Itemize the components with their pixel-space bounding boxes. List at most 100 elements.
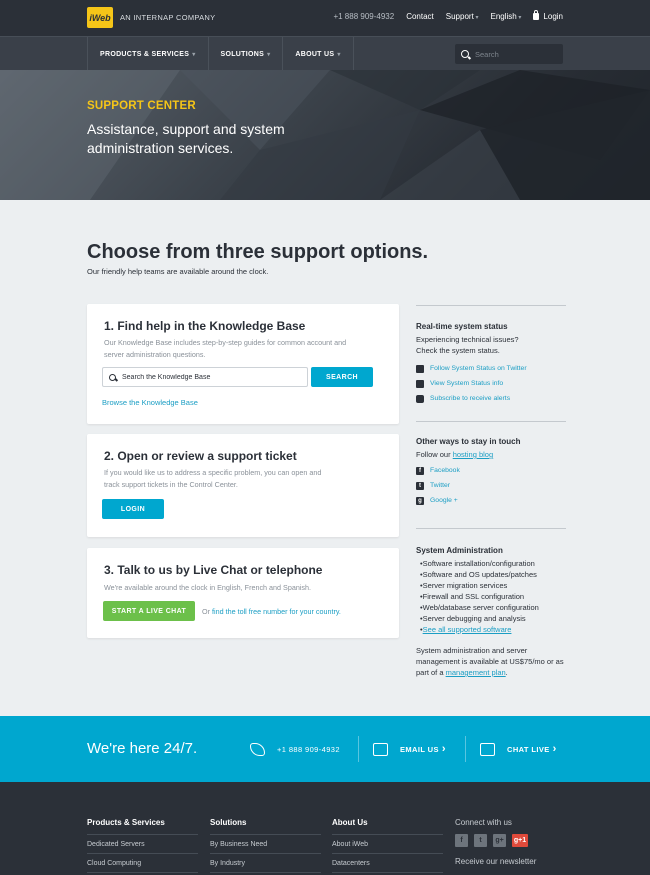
lock-icon [416,364,424,373]
see-all-software-link[interactable]: See all supported software [423,625,512,634]
status-twitter-link[interactable]: Follow System Status on Twitter [416,363,566,374]
nav-products-services[interactable]: PRODUCTS & SERVICES [88,37,209,71]
top-phone[interactable]: +1 888 909-4932 [333,12,394,21]
footer-col-solutions: Solutions By Business Need By Industry [210,818,321,873]
status-info-link[interactable]: View System Status info [416,378,566,389]
chat-live-label: CHAT LIVE [507,744,550,754]
footer-col-title: About Us [332,818,443,835]
sidebar-divider [416,305,566,306]
hero-kicker: SUPPORT CENTER [87,100,196,112]
google-plus-link[interactable]: g Google + [416,495,566,506]
list-item: Software and OS updates/patches [416,569,566,580]
hosting-blog-link[interactable]: hosting blog [453,450,493,459]
kb-search-button[interactable]: SEARCH [311,367,373,387]
google-plus-icon: g [416,496,424,505]
band-phone-number: +1 888 909-4932 [277,744,340,754]
envelope-icon [373,742,388,756]
search-icon [109,373,116,381]
footer-col-title: Products & Services [87,818,198,835]
twitter-link[interactable]: t Twitter [416,480,566,491]
tagline: AN INTERNAP COMPANY [120,13,216,22]
facebook-icon: f [416,466,424,475]
hero-banner: SUPPORT CENTER Assistance, support and s… [0,70,650,200]
toll-free-number-link[interactable]: find the toll free number for your count… [212,607,341,616]
list-item: Server migration services [416,580,566,591]
kb-description: Our Knowledge Base includes step-by-step… [104,338,347,359]
login-button[interactable]: LOGIN [102,499,164,519]
lock-icon [533,10,540,20]
contact-link[interactable]: Contact [406,12,434,21]
footer-link[interactable]: About iWeb [332,835,443,854]
google-plus-one-icon[interactable]: g+1 [512,834,528,847]
google-plus-label: Google + [430,497,458,504]
page-subheading: Our friendly help teams are available ar… [87,267,269,276]
email-us-label: EMAIL US [400,744,439,754]
footer-connect: Connect with us f t g+ g+1 Receive our n… [455,818,565,866]
sysadmin-note: System administration and server managem… [416,645,566,678]
language-menu[interactable]: English [490,12,521,21]
search-icon[interactable] [461,50,469,58]
status-twitter-label: Follow System Status on Twitter [430,365,527,372]
status-alerts-link[interactable]: Subscribe to receive alerts [416,393,566,404]
chat-title: 3. Talk to us by Live Chat or telephone [104,563,323,577]
kb-title: 1. Find help in the Knowledge Base [104,319,306,333]
sysadmin-title: System Administration [416,546,503,555]
main-nav: PRODUCTS & SERVICES SOLUTIONS ABOUT US [0,36,650,71]
footer-link[interactable]: Cloud Computing [87,854,198,873]
contact-band: We're here 24/7. +1 888 909-4932 EMAIL U… [0,716,650,782]
nav-about-us[interactable]: ABOUT US [283,37,354,71]
chat-live-link[interactable]: CHAT LIVE [480,740,557,758]
facebook-label: Facebook [430,467,460,474]
band-phone[interactable]: +1 888 909-4932 [250,740,340,758]
chat-description: We're available around the clock in Engl… [104,583,312,592]
support-ticket-card: 2. Open or review a support ticket If yo… [87,434,399,537]
footer-col-about: About Us About iWeb Datacenters [332,818,443,873]
footer: Products & Services Dedicated Servers Cl… [0,782,650,875]
support-menu[interactable]: Support [446,12,479,21]
sidebar-divider [416,528,566,529]
footer-link[interactable]: Dedicated Servers [87,835,198,854]
page-heading: Choose from three support options. [87,241,429,263]
footer-col-products: Products & Services Dedicated Servers Cl… [87,818,198,873]
list-item: Software installation/configuration [416,558,566,569]
kb-search-field [102,367,308,387]
login-link[interactable]: Login [533,10,563,21]
login-label: Login [543,12,563,21]
band-separator [465,736,466,762]
ticket-description: If you would like us to address a specif… [104,468,322,489]
chat-or-text: Or [202,607,210,616]
follow-blog-text: Follow our hosting blog [416,449,566,460]
status-info-label: View System Status info [430,380,504,387]
twitter-label: Twitter [430,482,451,489]
sysadmin-note-end: . [505,668,508,677]
footer-col-title: Solutions [210,818,321,835]
see-all-software-item[interactable]: See all supported software [416,624,566,635]
band-separator [358,736,359,762]
footer-link[interactable]: By Industry [210,854,321,873]
footer-link[interactable]: By Business Need [210,835,321,854]
sysadmin-section: System Administration Software installat… [416,546,566,678]
live-chat-card: 3. Talk to us by Live Chat or telephone … [87,548,399,638]
browse-kb-link[interactable]: Browse the Knowledge Base [102,398,198,407]
connect-title: Connect with us [455,818,512,827]
list-item: Server debugging and analysis [416,613,566,624]
list-item: Firewall and SSL configuration [416,591,566,602]
email-us-link[interactable]: EMAIL US [373,740,446,758]
facebook-icon[interactable]: f [455,834,468,847]
nav-solutions[interactable]: SOLUTIONS [209,37,284,71]
status-alerts-label: Subscribe to receive alerts [430,395,511,402]
iweb-logo[interactable]: iWeb [87,7,113,28]
stay-in-touch-section: Other ways to stay in touch Follow our h… [416,437,566,506]
chat-bubble-icon [416,394,424,403]
newsletter-title[interactable]: Receive our newsletter [455,857,565,866]
footer-link[interactable]: Datacenters [332,854,443,873]
management-plan-link[interactable]: management plan [446,668,506,677]
hero-title: Assistance, support and system administr… [87,121,285,156]
google-plus-icon[interactable]: g+ [493,834,506,847]
site-search-input[interactable] [475,49,555,59]
facebook-link[interactable]: f Facebook [416,465,566,476]
twitter-icon[interactable]: t [474,834,487,847]
start-live-chat-button[interactable]: START A LIVE CHAT [103,601,195,621]
system-status-text: Experiencing technical issues? Check the… [416,335,519,355]
kb-search-input[interactable] [122,373,292,381]
